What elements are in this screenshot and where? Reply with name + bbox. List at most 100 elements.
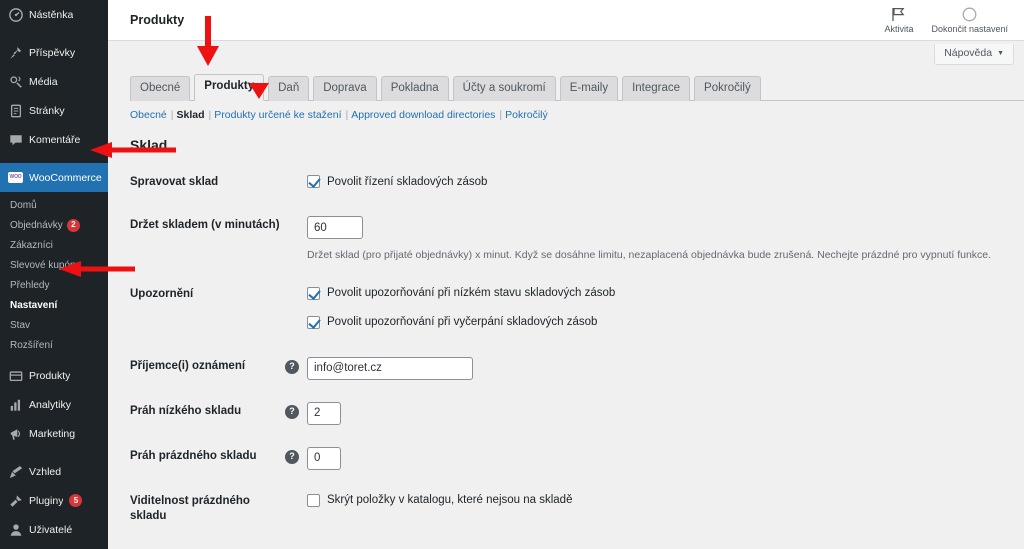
- plugins-icon: [8, 493, 23, 508]
- sidebar-item-label: Stránky: [29, 104, 65, 117]
- sidebar-item-p-sp-vky[interactable]: Příspěvky: [0, 38, 108, 67]
- help-label: Nápověda: [944, 47, 993, 59]
- low-stock-threshold-input[interactable]: [307, 401, 341, 425]
- sidebar-item-n-st-nka[interactable]: Nástěnka: [0, 0, 108, 29]
- submenu-item-p-ehledy[interactable]: Přehledy: [0, 275, 108, 295]
- submenu-item-objedn-vky[interactable]: Objednávky 2: [0, 215, 108, 235]
- hold-stock-input[interactable]: [307, 216, 363, 239]
- chevron-down-icon: ▼: [997, 49, 1004, 57]
- sidebar-item-label: Produkty: [29, 369, 71, 382]
- submenu-item-dom[interactable]: Domů: [0, 195, 108, 215]
- tab-da[interactable]: Daň: [268, 76, 310, 101]
- subnav-separator: |: [170, 109, 174, 121]
- sidebar-item-produkty[interactable]: Produkty: [0, 361, 108, 390]
- sidebar-item-label: Příspěvky: [29, 46, 76, 59]
- checkbox-box[interactable]: [307, 315, 320, 329]
- help-toggle-button[interactable]: Nápověda ▼: [934, 44, 1014, 65]
- sidebar-item-vzhled[interactable]: Vzhled: [0, 457, 108, 486]
- sidebar-item-analytiky[interactable]: Analytiky: [0, 390, 108, 419]
- sidebar-item-m-dia[interactable]: Média: [0, 67, 108, 96]
- comment-icon: [8, 132, 23, 147]
- checkbox-box[interactable]: [307, 493, 320, 507]
- media-icon: [8, 74, 23, 89]
- tab-pokro-il[interactable]: Pokročilý: [694, 76, 761, 101]
- checkbox-box[interactable]: [307, 175, 320, 188]
- annotation-arrow-down-sklad-subnav: [247, 83, 271, 101]
- checkbox-out-of-stock-notification[interactable]: Povolit upozorňování při vyčerpání sklad…: [307, 314, 1024, 331]
- sidebar-item-u-ivatel[interactable]: Uživatelé: [0, 515, 108, 544]
- checkbox-hide-out-of-stock[interactable]: Skrýt položky v katalogu, které nejsou n…: [307, 492, 1024, 509]
- subnav-link-pokro-il[interactable]: Pokročilý: [505, 109, 548, 121]
- activity-label: Aktivita: [884, 24, 914, 34]
- field-out-of-stock-threshold: [307, 446, 1024, 470]
- sidebar-item-label: Nástěnka: [29, 8, 74, 21]
- row-low-stock-threshold: Práh nízkého skladu ?: [130, 401, 1024, 425]
- tab-pokladna[interactable]: Pokladna: [380, 76, 449, 101]
- checkbox-label: Povolit řízení skladových zásob: [327, 175, 488, 188]
- tab-ty-a-soukrom[interactable]: Účty a soukromí: [452, 76, 556, 101]
- tab-label: Pokladna: [390, 82, 439, 95]
- flag-icon: [892, 6, 905, 23]
- sidebar-item-pluginy[interactable]: Pluginy 5: [0, 486, 108, 515]
- checkbox-low-stock-notification[interactable]: Povolit upozorňování při nízkém stavu sk…: [307, 285, 1024, 302]
- sidebar-item-woocommerce[interactable]: WOO WooCommerce: [0, 163, 108, 192]
- subnav-link-obecn[interactable]: Obecné: [130, 109, 167, 121]
- label-recipients: Příjemce(i) oznámení: [130, 359, 246, 372]
- recipients-input[interactable]: [307, 356, 473, 380]
- row-hold-stock: Držet skladem (v minutách) Držet sklad (…: [130, 216, 1024, 263]
- out-of-stock-threshold-input[interactable]: [307, 446, 341, 470]
- field-hold-stock: Držet sklad (pro přijaté objednávky) x m…: [307, 216, 1024, 263]
- menu-gap: [0, 448, 108, 457]
- submenu-item-nastaven[interactable]: Nastavení: [0, 295, 108, 315]
- checkbox-label: Povolit upozorňování při nízkém stavu sk…: [327, 287, 616, 300]
- finish-setup-label: Dokončit nastavení: [931, 24, 1008, 34]
- label-manage-stock: Spravovat sklad: [130, 176, 219, 188]
- help-icon[interactable]: ?: [285, 359, 299, 374]
- sidebar-item-str-nky[interactable]: Stránky: [0, 96, 108, 125]
- woocommerce-topbar: Produkty Aktivita Dokončit nastavení: [108, 0, 1024, 41]
- megaphone-icon: [8, 426, 23, 441]
- sidebar-item-n-stroje[interactable]: Nástroje: [0, 544, 108, 549]
- submenu-item-label: Přehledy: [10, 279, 50, 291]
- checkbox-manage-stock[interactable]: Povolit řízení skladových zásob: [307, 173, 1024, 190]
- settings-form: Sklad Spravovat sklad Povolit řízení skl…: [108, 121, 1024, 549]
- activity-button[interactable]: Aktivita: [884, 6, 913, 34]
- label-out-of-stock-threshold: Práh prázdného skladu: [130, 449, 257, 462]
- analytics-icon: [8, 397, 23, 412]
- field-out-of-stock-visibility: Skrýt položky v katalogu, které nejsou n…: [307, 492, 1024, 509]
- subnav-link-produkty-ur-en-ke-sta-en[interactable]: Produkty určené ke stažení: [214, 109, 341, 121]
- appearance-icon: [8, 464, 23, 479]
- submenu-item-z-kazn-ci[interactable]: Zákazníci: [0, 235, 108, 255]
- finish-setup-button[interactable]: Dokončit nastavení: [931, 6, 1008, 34]
- sidebar-item-label: Média: [29, 75, 58, 88]
- subnav-link-approved-download-directories[interactable]: Approved download directories: [351, 109, 495, 121]
- subnav-link-sklad[interactable]: Sklad: [177, 109, 205, 121]
- wordpress-admin-screen: Nástěnka Příspěvky Média Stránky Komentáře WO…: [0, 0, 1024, 549]
- sidebar-item-label: Uživatelé: [29, 523, 73, 536]
- sidebar-item-marketing[interactable]: Marketing: [0, 419, 108, 448]
- help-icon[interactable]: ?: [285, 449, 299, 464]
- label-hold-stock: Držet skladem (v minutách): [130, 219, 280, 231]
- sidebar-item-badge: 5: [69, 494, 83, 507]
- help-icon[interactable]: ?: [285, 404, 299, 419]
- tab-obecn[interactable]: Obecné: [130, 76, 191, 101]
- submenu-item-stav[interactable]: Stav: [0, 315, 108, 335]
- tab-e-maily[interactable]: E-maily: [559, 76, 619, 101]
- checkbox-label: Skrýt položky v katalogu, které nejsou n…: [327, 494, 573, 507]
- row-out-of-stock-visibility: Viditelnost prázdného skladu Skrýt polož…: [130, 492, 1024, 524]
- tab-label: Doprava: [323, 82, 367, 95]
- tab-label: Účty a soukromí: [462, 82, 546, 95]
- tab-integrace[interactable]: Integrace: [622, 76, 691, 101]
- tab-doprava[interactable]: Doprava: [313, 76, 377, 101]
- tab-label: Obecné: [140, 82, 181, 95]
- menu-gap: [0, 29, 108, 38]
- submenu-item-label: Nastavení: [10, 299, 58, 311]
- help-bar: Nápověda ▼: [108, 41, 1024, 71]
- submenu-item-roz-en[interactable]: Rozšíření: [0, 335, 108, 355]
- checkbox-box[interactable]: [307, 286, 320, 300]
- row-notifications: Upozornění Povolit upozorňování při nízk…: [130, 285, 1024, 331]
